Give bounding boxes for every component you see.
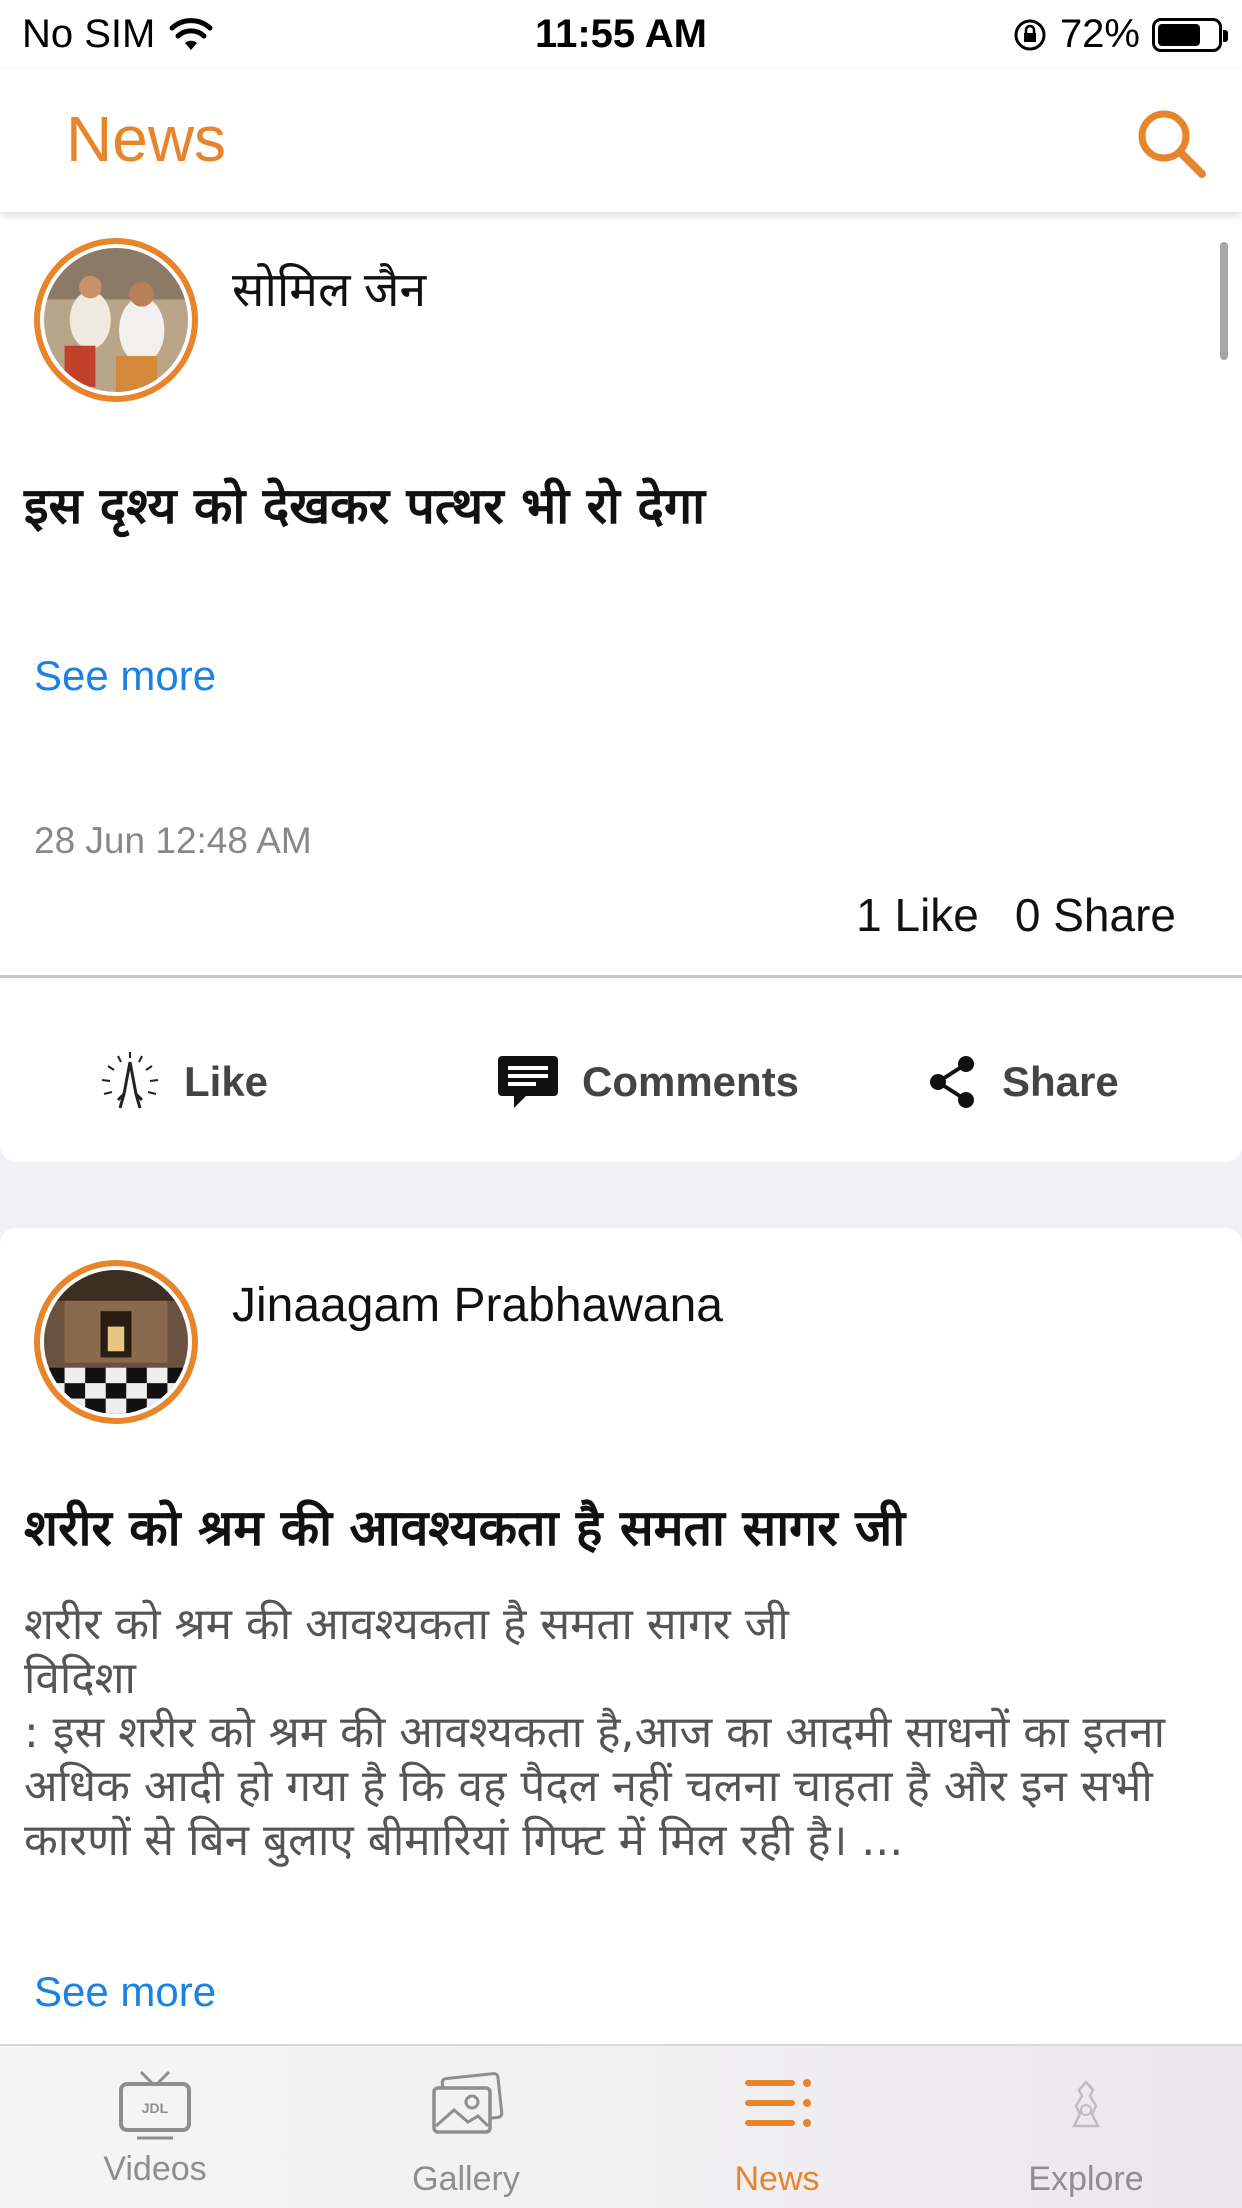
avatar-image <box>44 1270 188 1414</box>
comment-icon <box>498 1056 558 1108</box>
tab-news[interactable]: News <box>622 2046 932 2208</box>
see-more-link[interactable]: See more <box>34 1968 216 2016</box>
news-post: सोमिल जैन इस दृश्य को देखकर पत्थर भी रो … <box>0 212 1242 1162</box>
post-body: शरीर को श्रम की आवश्यकता है समता सागर जी… <box>24 1599 1165 1866</box>
avatar[interactable] <box>34 238 198 402</box>
tab-label: Explore <box>1028 2160 1144 2198</box>
share-button[interactable]: Share <box>924 1012 1119 1152</box>
tab-label: Videos <box>103 2150 207 2188</box>
post-headline: इस दृश्य को देखकर पत्थर भी रो देगा <box>24 477 706 535</box>
see-more-link[interactable]: See more <box>34 652 216 700</box>
comments-button[interactable]: Comments <box>496 1012 799 1152</box>
post-stats: 1 Like 0 Share <box>856 888 1176 942</box>
share-icon <box>930 1056 974 1108</box>
status-bar: No SIM 11:55 AM 72% <box>0 0 1242 70</box>
tv-icon-label: JDL <box>142 2100 169 2116</box>
orientation-lock-icon <box>1014 19 1046 50</box>
search-icon[interactable] <box>1134 106 1208 180</box>
praying-hands-icon <box>101 1052 159 1109</box>
header-bar: News <box>0 70 1242 212</box>
author-name: सोमिल जैन <box>232 264 427 317</box>
comments-label: Comments <box>582 1058 800 1105</box>
gallery-icon <box>432 2072 504 2134</box>
avatar[interactable] <box>34 1260 198 1424</box>
like-label: Like <box>184 1058 269 1105</box>
page-title: News <box>66 103 227 175</box>
share-count[interactable]: 0 Share <box>1015 888 1176 942</box>
like-count[interactable]: 1 Like <box>856 888 979 942</box>
battery-fill <box>1158 23 1200 46</box>
news-list-icon <box>745 2079 811 2127</box>
news-feed[interactable]: सोमिल जैन इस दृश्य को देखकर पत्थर भी रो … <box>0 212 1242 2044</box>
scroll-indicator[interactable] <box>1220 242 1228 360</box>
explore-icon <box>1071 2080 1101 2128</box>
post-headline: शरीर को श्रम की आवश्यकता है समता सागर जी <box>24 1499 906 1557</box>
battery-percent: 72% <box>1059 12 1140 56</box>
tv-icon: JDL <box>119 2070 191 2140</box>
avatar-image <box>44 248 188 392</box>
like-button[interactable]: Like <box>98 1012 268 1152</box>
news-post: Jinaagam Prabhawana शरीर को श्रम की आवश्… <box>0 1228 1242 2044</box>
author-name: Jinaagam Prabhawana <box>232 1279 723 1332</box>
status-right: 72% <box>1012 12 1228 57</box>
tab-gallery[interactable]: Gallery <box>311 2046 621 2208</box>
tab-bar: JDL Videos Gallery News Explore <box>0 2044 1242 2208</box>
divider <box>0 975 1242 978</box>
tab-label: News <box>734 2160 820 2198</box>
tab-label: Gallery <box>412 2160 520 2198</box>
post-actions: Like Comments Share <box>0 1012 1242 1152</box>
tab-explore[interactable]: Explore <box>931 2046 1241 2208</box>
battery-icon <box>1152 17 1228 52</box>
post-timestamp: 28 Jun 12:48 AM <box>34 820 312 861</box>
share-label: Share <box>1002 1058 1119 1105</box>
tab-videos[interactable]: JDL Videos <box>0 2046 310 2208</box>
